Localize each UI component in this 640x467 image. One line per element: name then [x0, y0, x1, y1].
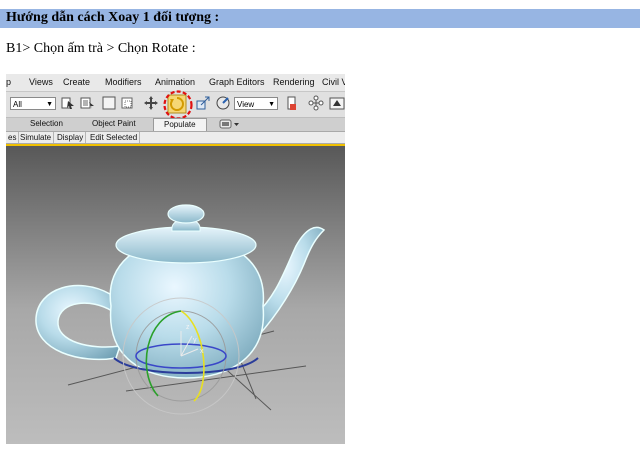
- select-object-icon[interactable]: [60, 95, 76, 111]
- tab-selection[interactable]: Selection: [30, 119, 63, 128]
- page-title: Hướng dẫn cách Xoay 1 đối tượng :: [6, 10, 220, 25]
- scale-icon[interactable]: [195, 95, 211, 111]
- menu-item-views[interactable]: Views: [29, 77, 53, 87]
- move-icon[interactable]: [143, 95, 159, 111]
- keyboard-shortcut-icon[interactable]: [329, 95, 345, 111]
- viewport-scene: z y x: [6, 146, 345, 444]
- menu-item-animation[interactable]: Animation: [155, 77, 195, 87]
- select-by-name-icon[interactable]: [79, 95, 95, 111]
- window-crossing-icon[interactable]: [119, 95, 135, 111]
- selection-filter-dropdown[interactable]: All ▼: [10, 97, 56, 110]
- subtab-display[interactable]: Display: [55, 132, 87, 143]
- tab-object-paint[interactable]: Object Paint: [92, 119, 136, 128]
- subtab-simulate[interactable]: Simulate: [18, 132, 55, 143]
- subtab-edit-selected[interactable]: Edit Selected: [88, 132, 141, 143]
- reference-coordinate-dropdown[interactable]: View ▼: [234, 97, 278, 110]
- selection-filter-value: All: [13, 100, 22, 109]
- menu-item-modifiers[interactable]: Modifiers: [105, 77, 142, 87]
- heading-bar: Hướng dẫn cách Xoay 1 đối tượng :: [0, 9, 640, 28]
- chevron-down-icon: ▼: [46, 101, 53, 108]
- menu-item-p[interactable]: p: [6, 77, 11, 87]
- ribbon-tabs: Selection Object Paint Populate: [6, 118, 345, 132]
- rectangular-region-icon[interactable]: [101, 95, 117, 111]
- teapot-lid-knob: [167, 204, 205, 224]
- reference-coordinate-value: View: [237, 100, 255, 109]
- app-screenshot: p Views Create Modifiers Animation Graph…: [6, 74, 345, 444]
- perspective-viewport[interactable]: z y x: [6, 144, 345, 444]
- menu-item-rendering[interactable]: Rendering: [273, 77, 315, 87]
- tab-populate[interactable]: Populate: [153, 118, 207, 131]
- axis-label-y: y: [193, 337, 197, 344]
- pivot-center-icon[interactable]: [285, 95, 301, 111]
- axis-label-x: x: [200, 348, 204, 355]
- sub-tabs: es Simulate Display Edit Selected: [6, 132, 345, 144]
- menu-item-graph-editors[interactable]: Graph Editors: [209, 77, 265, 87]
- menu-item-civil-view[interactable]: Civil Vi: [322, 77, 345, 87]
- menu-item-create[interactable]: Create: [63, 77, 90, 87]
- ribbon-options-icon: [219, 119, 239, 129]
- axis-label-z: z: [186, 324, 190, 331]
- highlight-circle: [163, 90, 193, 120]
- ribbon-options-button[interactable]: [219, 118, 241, 132]
- chevron-down-icon: ▼: [268, 101, 275, 108]
- select-and-place-icon[interactable]: [215, 95, 231, 111]
- teapot-lid: [115, 226, 257, 264]
- select-manipulate-icon[interactable]: [308, 95, 324, 111]
- step-instruction: B1> Chọn ấm trà > Chọn Rotate :: [6, 41, 196, 56]
